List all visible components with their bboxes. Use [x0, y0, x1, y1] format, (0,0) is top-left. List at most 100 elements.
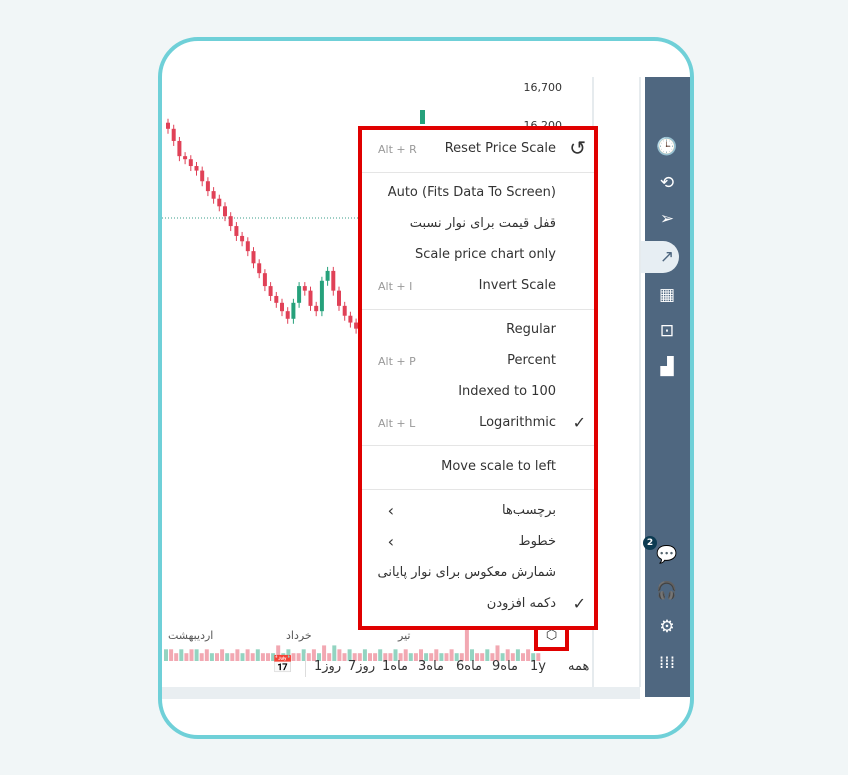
dashboard-icon[interactable]: ▦ [655, 283, 679, 307]
volume-bar [266, 653, 270, 661]
candle [177, 140, 182, 157]
menu-item-logarithmic[interactable]: Alt + L Logarithmic ✓ [362, 408, 594, 438]
timeframe-7d[interactable]: 7روز [348, 659, 375, 674]
candle [348, 315, 353, 323]
timeframe-9m[interactable]: 9ماه [492, 659, 518, 674]
candle [297, 286, 302, 303]
x-tick-label: خرداد [286, 629, 312, 642]
timeframe-6m[interactable]: 6ماه [456, 659, 482, 674]
shortcut: Alt + L [378, 417, 416, 430]
candle [337, 290, 341, 306]
volume-bar [169, 649, 174, 661]
watch-history-icon[interactable]: 🕒 [655, 135, 679, 159]
menu-label: شمارش معکوس برای نوار پایانی [377, 565, 556, 580]
menu-label: Logarithmic [479, 415, 556, 430]
menu-item-lock-price[interactable]: قفل قیمت برای نوار نسبت [362, 209, 594, 239]
menu-label: Scale price chart only [414, 247, 556, 262]
volume-bar [240, 653, 245, 661]
volume-bar [444, 653, 449, 661]
volume-bar [235, 649, 240, 661]
candle [205, 181, 210, 192]
hexagon-settings-icon: ⬡ [545, 628, 558, 643]
candle [302, 286, 307, 291]
volume-bar [230, 653, 235, 661]
timeframe-1d[interactable]: 1روز [314, 659, 341, 674]
timeframe-1m[interactable]: 1ماه [382, 659, 408, 674]
candle [194, 166, 199, 171]
volume-bar [485, 649, 490, 661]
volume-bar [174, 653, 179, 661]
candle [308, 290, 313, 306]
x-tick-label: اردیبهشت [168, 629, 214, 642]
menu-item-labels[interactable]: برچسب‌ها ‹ [362, 496, 594, 526]
chevron-left-icon: ‹ [387, 532, 394, 551]
settings-icon[interactable]: ⚙ [655, 615, 679, 639]
candle [166, 122, 170, 129]
history-icon[interactable]: ⟲ [655, 171, 679, 195]
menu-item-percent[interactable]: Alt + P Percent [362, 346, 594, 376]
chart-icon[interactable]: ↗ [655, 245, 679, 269]
shortcut: Alt + I [378, 280, 413, 293]
x-tick-label: تیر [398, 629, 411, 642]
apps-grid-icon[interactable]: ⁞⁞⁞ [655, 651, 679, 675]
volume-bar [306, 653, 311, 661]
candle [217, 198, 222, 207]
candle [234, 226, 239, 236]
menu-item-indexed[interactable]: Indexed to 100 [362, 377, 594, 407]
headset-icon[interactable]: 🎧 [655, 579, 679, 603]
candle [331, 270, 336, 291]
candle [314, 305, 319, 312]
date-range-calendar-icon[interactable]: 📅 [272, 655, 293, 675]
menu-item-scale-price-only[interactable]: Scale price chart only [362, 240, 594, 270]
volume-bar [521, 653, 525, 661]
menu-item-reset-price-scale[interactable]: Alt + R Reset Price Scale ↺ [362, 134, 594, 164]
volume-bar [209, 653, 214, 661]
candle [262, 273, 267, 287]
volume-bar [164, 649, 168, 661]
menu-item-invert-scale[interactable]: Alt + I Invert Scale [362, 271, 594, 301]
menu-item-lines[interactable]: خطوط ‹ [362, 527, 594, 557]
menu-item-move-scale-left[interactable]: Move scale to left [362, 452, 594, 482]
menu-item-countdown[interactable]: شمارش معکوس برای نوار پایانی [362, 558, 594, 588]
send-icon[interactable]: ➢ [655, 207, 679, 231]
menu-label: دکمه افزودن [486, 596, 556, 611]
volume-bar [250, 653, 255, 661]
chevron-left-icon: ‹ [387, 501, 394, 520]
candle [183, 156, 188, 160]
menu-label: خطوط [518, 534, 556, 549]
candle [240, 235, 245, 242]
volume-bar [245, 649, 250, 661]
menu-label: برچسب‌ها [501, 503, 556, 518]
menu-item-regular[interactable]: Regular [362, 315, 594, 345]
timeframe-all[interactable]: همه [568, 659, 589, 674]
menu-label: Regular [506, 322, 556, 337]
timeframe-3m[interactable]: 3ماه [418, 659, 444, 674]
volume-bar [408, 653, 413, 661]
menu-label: Reset Price Scale [444, 141, 556, 156]
candle [325, 270, 330, 281]
menu-label: قفل قیمت برای نوار نسبت [409, 216, 556, 231]
volume-bar [225, 653, 230, 661]
chat-icon[interactable]: 💬 [655, 543, 679, 567]
candle [274, 295, 279, 303]
timeframe-1y[interactable]: 1y [530, 659, 546, 674]
menu-label: Auto (Fits Data To Screen) [387, 185, 556, 200]
volume-bar [342, 653, 347, 661]
candle [285, 311, 290, 319]
menu-item-auto[interactable]: Auto (Fits Data To Screen) [362, 178, 594, 208]
device-frame: 16,700 16,200 اردیبهشت خرداد تیر ⬡ همه 1… [158, 37, 694, 739]
candle [342, 305, 347, 316]
candle [200, 170, 205, 182]
volume-bar [220, 649, 225, 661]
divider [362, 309, 594, 310]
candle [228, 216, 233, 227]
menu-item-add-button[interactable]: دکمه افزودن ✓ [362, 589, 594, 619]
right-gap [594, 77, 641, 687]
analytics-icon[interactable]: ▟ [655, 355, 679, 379]
price-scale-menu: Alt + R Reset Price Scale ↺ Auto (Fits D… [358, 126, 598, 630]
volume-bar [255, 649, 260, 661]
check-icon: ✓ [572, 413, 586, 432]
menu-label: Percent [507, 353, 556, 368]
candle [245, 241, 250, 252]
portfolio-icon[interactable]: ⊡ [655, 319, 679, 343]
